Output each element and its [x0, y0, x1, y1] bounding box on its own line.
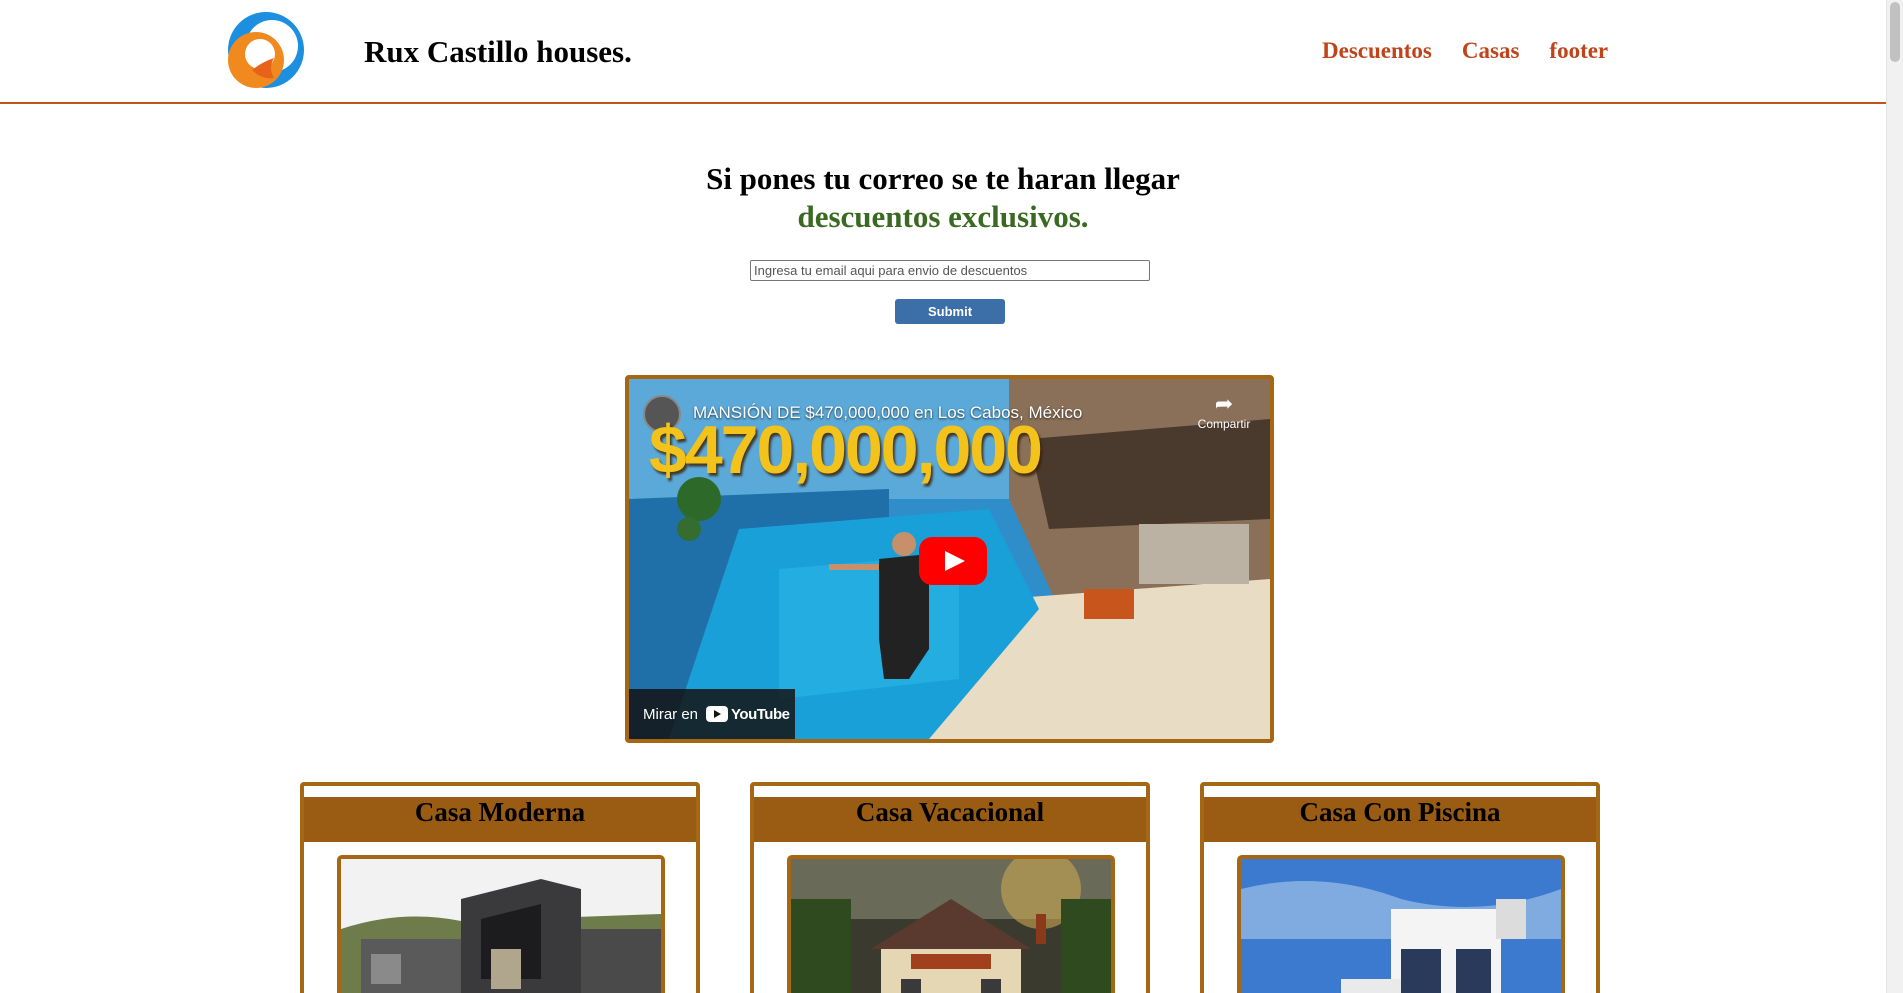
share-button[interactable]: ➦ Compartir [1184, 391, 1264, 431]
house-card-moderna: Casa Moderna [300, 782, 700, 993]
youtube-embed[interactable]: MANSIÓN DE $470,000,000 en Los Cabos, Mé… [625, 375, 1274, 743]
main-nav: Descuentos Casas footer [1322, 38, 1608, 64]
logo-icon[interactable] [222, 10, 306, 92]
submit-button[interactable]: Submit [895, 299, 1005, 324]
watch-label: Mirar en [643, 705, 699, 723]
thumbnail-price: $470,000,000 [649, 412, 1043, 488]
nav-descuentos[interactable]: Descuentos [1322, 38, 1432, 64]
email-input[interactable] [750, 260, 1150, 281]
card-title: Casa Moderna [304, 797, 696, 842]
watch-on-youtube-button[interactable]: Mirar en YouTube [629, 689, 795, 739]
site-header: Rux Castillo houses. Descuentos Casas fo… [0, 0, 1886, 104]
youtube-logo-icon: YouTube [706, 705, 790, 723]
brand-title: Rux Castillo houses. [364, 34, 632, 69]
house-image-moderna [337, 855, 665, 993]
scrollbar-thumb[interactable] [1890, 2, 1900, 62]
promo-highlight: descuentos exclusivos. [797, 199, 1089, 234]
nav-casas[interactable]: Casas [1462, 38, 1520, 64]
share-label: Compartir [1197, 417, 1251, 431]
discount-promo: Si pones tu correo se te haran llegar de… [0, 160, 1886, 236]
share-icon: ➦ [1214, 391, 1234, 416]
promo-heading: Si pones tu correo se te haran llegar [706, 161, 1180, 196]
play-button[interactable] [919, 537, 987, 585]
house-image-piscina [1237, 855, 1565, 993]
house-card-vacacional: Casa Vacacional [750, 782, 1150, 993]
house-card-piscina: Casa Con Piscina [1200, 782, 1600, 993]
page-scrollbar[interactable] [1886, 0, 1903, 993]
youtube-label: YouTube [731, 705, 790, 723]
house-image-vacacional [787, 855, 1115, 993]
card-title: Casa Vacacional [754, 797, 1146, 842]
card-title: Casa Con Piscina [1204, 797, 1596, 842]
nav-footer[interactable]: footer [1549, 38, 1608, 64]
